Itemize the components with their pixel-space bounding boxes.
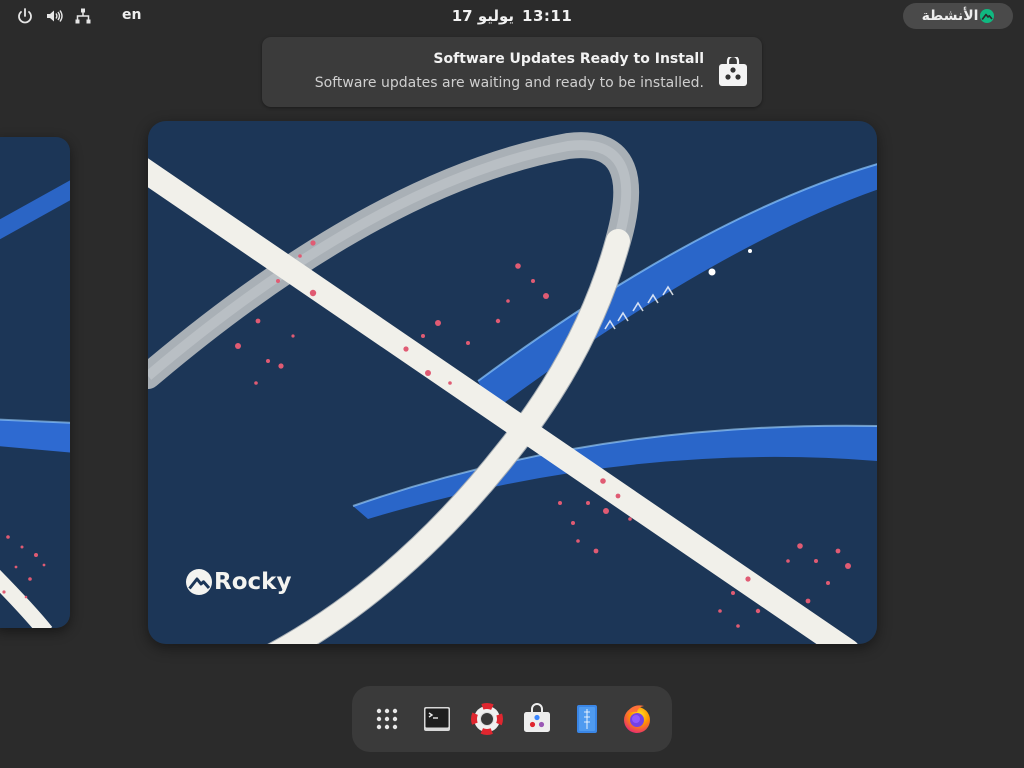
- rocky-logo-icon: [980, 9, 995, 23]
- software-store-icon: [719, 57, 747, 86]
- dash-item-app-grid[interactable]: [369, 701, 405, 737]
- workspace-thumbnail-current[interactable]: Rocky: [148, 121, 877, 644]
- notification-title: Software Updates Ready to Install: [433, 51, 704, 67]
- firefox-icon: [624, 705, 650, 733]
- dash: [352, 686, 672, 752]
- rocky-logo-icon: [186, 569, 212, 595]
- rocky-brand: Rocky: [186, 569, 291, 595]
- activities-label: الأنشطة: [921, 8, 979, 24]
- clock-time: 13:11: [522, 7, 573, 25]
- software-store-icon: [524, 703, 550, 732]
- wallpaper-image: [148, 121, 877, 644]
- clock[interactable]: 17 يوليو 13:11: [0, 0, 1024, 32]
- dash-item-help[interactable]: [469, 701, 505, 737]
- dash-item-firefox[interactable]: [619, 701, 655, 737]
- app-grid-icon: [376, 708, 398, 730]
- dash-item-software[interactable]: [519, 701, 555, 737]
- help-lifebuoy-icon: [471, 703, 503, 735]
- text-editor-icon: [577, 705, 597, 733]
- activities-button[interactable]: الأنشطة: [903, 3, 1013, 29]
- terminal-icon: [424, 707, 450, 731]
- clock-date: 17 يوليو: [451, 7, 515, 25]
- rocky-brand-text: Rocky: [214, 569, 292, 595]
- dash-item-terminal[interactable]: [419, 701, 455, 737]
- dash-item-text-editor[interactable]: [569, 701, 605, 737]
- notification-banner[interactable]: Software Updates Ready to Install Softwa…: [262, 37, 762, 107]
- workspace-thumbnail-previous[interactable]: [0, 137, 70, 628]
- wallpaper-image: [0, 137, 70, 628]
- top-bar: en 17 يوليو 13:11 الأنشطة: [0, 0, 1024, 32]
- notification-body: Software updates are waiting and ready t…: [314, 75, 704, 91]
